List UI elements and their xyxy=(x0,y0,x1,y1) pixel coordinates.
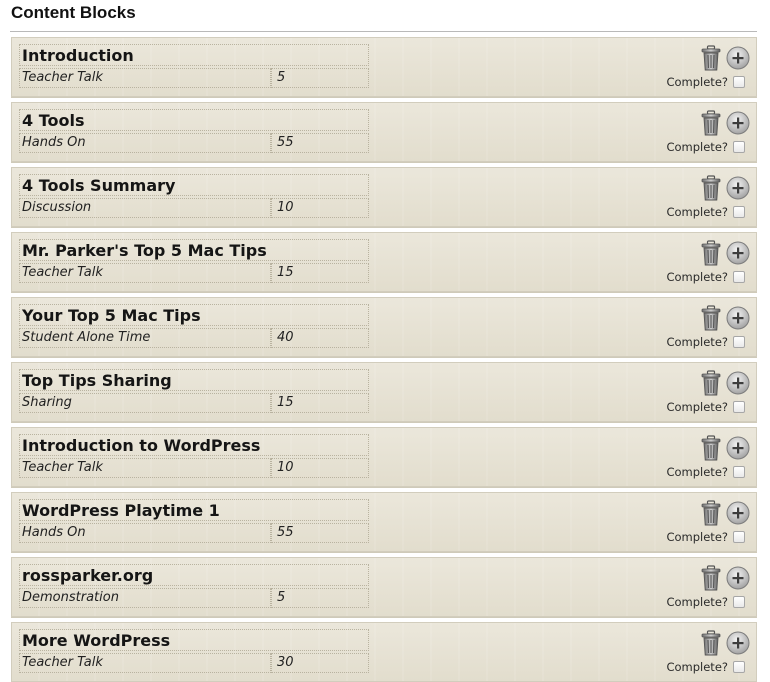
content-block: rossparker.orgDemonstration5 Complete? xyxy=(11,557,757,617)
block-type-field[interactable]: Teacher Talk xyxy=(19,68,271,88)
block-title-field[interactable]: WordPress Playtime 1 xyxy=(19,499,369,521)
complete-control: Complete? xyxy=(666,595,745,609)
block-type-field[interactable]: Hands On xyxy=(19,133,271,153)
plus-circle-icon[interactable] xyxy=(726,436,750,460)
block-type-field[interactable]: Teacher Talk xyxy=(19,458,271,478)
complete-checkbox[interactable] xyxy=(733,206,745,218)
block-type-field[interactable]: Hands On xyxy=(19,523,271,543)
complete-control: Complete? xyxy=(666,75,745,89)
block-minutes-field[interactable]: 5 xyxy=(271,588,369,608)
complete-control: Complete? xyxy=(666,140,745,154)
block-minutes-field[interactable]: 5 xyxy=(271,68,369,88)
complete-checkbox[interactable] xyxy=(733,76,745,88)
complete-label: Complete? xyxy=(666,140,728,154)
block-title-field[interactable]: 4 Tools xyxy=(19,109,369,131)
block-minutes-field[interactable]: 15 xyxy=(271,393,369,413)
content-block: IntroductionTeacher Talk5 Complete? xyxy=(11,37,757,97)
content-block: 4 Tools SummaryDiscussion10 Complete? xyxy=(11,167,757,227)
block-title-field[interactable]: Your Top 5 Mac Tips xyxy=(19,304,369,326)
complete-checkbox[interactable] xyxy=(733,271,745,283)
content-block: WordPress Playtime 1Hands On55 Complete? xyxy=(11,492,757,552)
block-minutes-field[interactable]: 10 xyxy=(271,198,369,218)
trash-icon[interactable] xyxy=(700,500,722,526)
block-title-field[interactable]: Top Tips Sharing xyxy=(19,369,369,391)
block-minutes-field[interactable]: 15 xyxy=(271,263,369,283)
complete-control: Complete? xyxy=(666,400,745,414)
complete-control: Complete? xyxy=(666,270,745,284)
block-type-field[interactable]: Discussion xyxy=(19,198,271,218)
block-minutes-field[interactable]: 10 xyxy=(271,458,369,478)
page-title: Content Blocks xyxy=(11,3,136,23)
complete-control: Complete? xyxy=(666,205,745,219)
plus-circle-icon[interactable] xyxy=(726,501,750,525)
trash-icon[interactable] xyxy=(700,110,722,136)
trash-icon[interactable] xyxy=(700,175,722,201)
trash-icon[interactable] xyxy=(700,45,722,71)
complete-control: Complete? xyxy=(666,335,745,349)
plus-circle-icon[interactable] xyxy=(726,46,750,70)
trash-icon[interactable] xyxy=(700,240,722,266)
plus-circle-icon[interactable] xyxy=(726,631,750,655)
block-minutes-field[interactable]: 40 xyxy=(271,328,369,348)
trash-icon[interactable] xyxy=(700,435,722,461)
plus-circle-icon[interactable] xyxy=(726,306,750,330)
complete-control: Complete? xyxy=(666,530,745,544)
complete-control: Complete? xyxy=(666,660,745,674)
complete-checkbox[interactable] xyxy=(733,531,745,543)
block-minutes-field[interactable]: 30 xyxy=(271,653,369,673)
trash-icon[interactable] xyxy=(700,565,722,591)
plus-circle-icon[interactable] xyxy=(726,176,750,200)
block-title-field[interactable]: Mr. Parker's Top 5 Mac Tips xyxy=(19,239,369,261)
complete-label: Complete? xyxy=(666,335,728,349)
plus-circle-icon[interactable] xyxy=(726,566,750,590)
content-block: Introduction to WordPressTeacher Talk10 C… xyxy=(11,427,757,487)
plus-circle-icon[interactable] xyxy=(726,241,750,265)
complete-label: Complete? xyxy=(666,400,728,414)
complete-label: Complete? xyxy=(666,270,728,284)
complete-checkbox[interactable] xyxy=(733,466,745,478)
block-title-field[interactable]: Introduction xyxy=(19,44,369,66)
block-title-field[interactable]: 4 Tools Summary xyxy=(19,174,369,196)
complete-checkbox[interactable] xyxy=(733,401,745,413)
complete-checkbox[interactable] xyxy=(733,336,745,348)
content-block: Mr. Parker's Top 5 Mac TipsTeacher Talk1… xyxy=(11,232,757,292)
content-block: Top Tips SharingSharing15 Complete? xyxy=(11,362,757,422)
content-block: 4 ToolsHands On55 Complete? xyxy=(11,102,757,162)
complete-label: Complete? xyxy=(666,595,728,609)
complete-label: Complete? xyxy=(666,75,728,89)
complete-label: Complete? xyxy=(666,530,728,544)
block-type-field[interactable]: Student Alone Time xyxy=(19,328,271,348)
block-type-field[interactable]: Teacher Talk xyxy=(19,263,271,283)
complete-control: Complete? xyxy=(666,465,745,479)
plus-circle-icon[interactable] xyxy=(726,371,750,395)
complete-checkbox[interactable] xyxy=(733,141,745,153)
block-minutes-field[interactable]: 55 xyxy=(271,133,369,153)
complete-label: Complete? xyxy=(666,465,728,479)
trash-icon[interactable] xyxy=(700,370,722,396)
plus-circle-icon[interactable] xyxy=(726,111,750,135)
trash-icon[interactable] xyxy=(700,305,722,331)
block-title-field[interactable]: More WordPress xyxy=(19,629,369,651)
complete-label: Complete? xyxy=(666,660,728,674)
block-type-field[interactable]: Teacher Talk xyxy=(19,653,271,673)
block-minutes-field[interactable]: 55 xyxy=(271,523,369,543)
block-title-field[interactable]: rossparker.org xyxy=(19,564,369,586)
block-type-field[interactable]: Demonstration xyxy=(19,588,271,608)
block-title-field[interactable]: Introduction to WordPress xyxy=(19,434,369,456)
content-block: More WordPressTeacher Talk30 Complete? xyxy=(11,622,757,682)
title-divider xyxy=(10,31,757,32)
complete-label: Complete? xyxy=(666,205,728,219)
block-type-field[interactable]: Sharing xyxy=(19,393,271,413)
trash-icon[interactable] xyxy=(700,630,722,656)
content-block: Your Top 5 Mac TipsStudent Alone Time40 C… xyxy=(11,297,757,357)
complete-checkbox[interactable] xyxy=(733,596,745,608)
complete-checkbox[interactable] xyxy=(733,661,745,673)
